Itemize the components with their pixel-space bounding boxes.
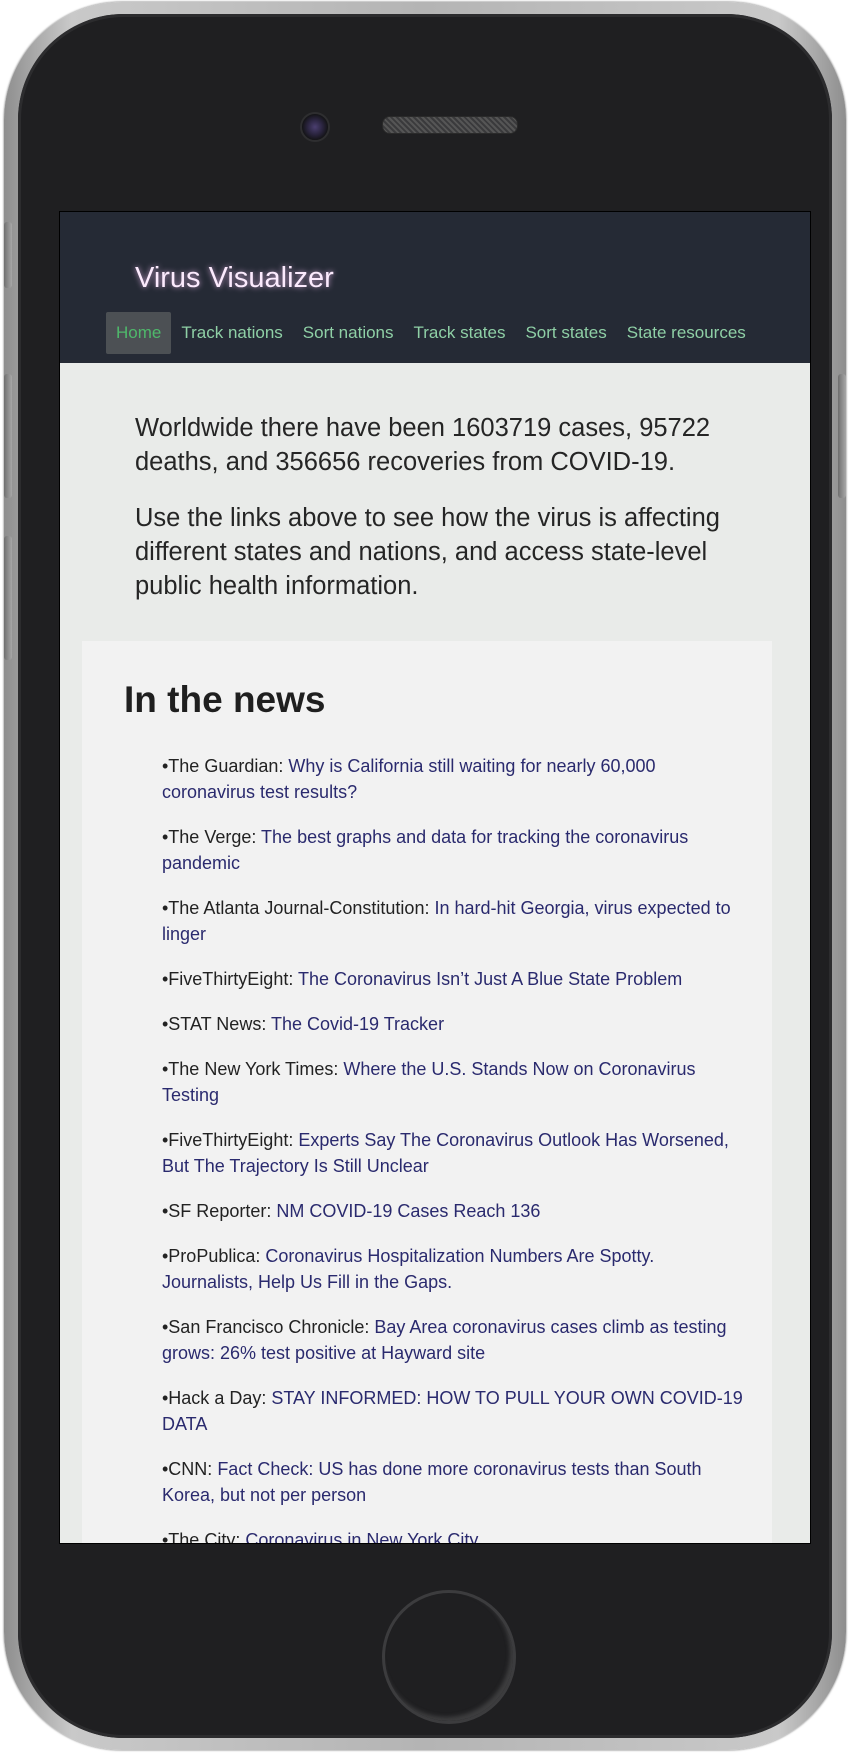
news-item: •The Verge: The best graphs and data for…: [162, 824, 747, 876]
nav-track-nations[interactable]: Track nations: [171, 312, 292, 354]
news-source: •The New York Times:: [162, 1059, 344, 1079]
worldwide-summary: Worldwide there have been 1603719 cases,…: [135, 414, 711, 476]
earpiece-speaker: [382, 116, 518, 134]
news-source: •SF Reporter:: [162, 1201, 277, 1221]
mute-switch: [4, 222, 12, 288]
news-item: •The Guardian: Why is California still w…: [162, 753, 747, 805]
news-item: •The New York Times: Where the U.S. Stan…: [162, 1056, 747, 1108]
news-item: •The Atlanta Journal-Constitution: In ha…: [162, 895, 747, 947]
news-source: •FiveThirtyEight:: [162, 1130, 299, 1150]
intro-instructions: Use the links above to see how the virus…: [135, 504, 720, 600]
news-source: •San Francisco Chronicle:: [162, 1317, 375, 1337]
power-button: [838, 374, 846, 498]
news-headline-link[interactable]: NM COVID-19 Cases Reach 136: [276, 1201, 540, 1221]
news-heading: In the news: [124, 679, 326, 720]
intro-section: Worldwide there have been 1603719 cases,…: [60, 363, 810, 603]
phone-frame: Virus Visualizer Home Track nations Sort…: [4, 2, 846, 1750]
home-button: [382, 1590, 516, 1724]
news-source: •The City:: [162, 1530, 246, 1544]
news-headline-link[interactable]: Coronavirus in New York City: [245, 1530, 478, 1543]
volume-down-button: [4, 536, 12, 660]
news-headline-link[interactable]: The Covid-19 Tracker: [271, 1014, 444, 1034]
news-item: •Hack a Day: STAY INFORMED: HOW TO PULL …: [162, 1385, 747, 1437]
news-source: •CNN:: [162, 1459, 218, 1479]
nav-home[interactable]: Home: [106, 312, 172, 354]
volume-up-button: [4, 374, 12, 498]
news-item: •ProPublica: Coronavirus Hospitalization…: [162, 1243, 747, 1295]
phone-screen: Virus Visualizer Home Track nations Sort…: [59, 211, 811, 1544]
nav-track-states[interactable]: Track states: [404, 312, 516, 354]
news-headline-link[interactable]: The Coronavirus Isn’t Just A Blue State …: [298, 969, 682, 989]
site-title[interactable]: Virus Visualizer: [135, 262, 334, 295]
news-item: •FiveThirtyEight: Experts Say The Corona…: [162, 1127, 747, 1179]
front-camera-icon: [300, 112, 330, 142]
news-item: •San Francisco Chronicle: Bay Area coron…: [162, 1314, 747, 1366]
news-source: •Hack a Day:: [162, 1388, 272, 1408]
news-item: •STAT News: The Covid-19 Tracker: [162, 1011, 747, 1037]
news-item: •CNN: Fact Check: US has done more coron…: [162, 1456, 747, 1508]
nav-sort-states[interactable]: Sort states: [515, 312, 616, 354]
main-nav: Home Track nations Sort nations Track st…: [106, 312, 756, 354]
news-section: In the news •The Guardian: Why is Califo…: [82, 641, 772, 1544]
news-source: •The Atlanta Journal-Constitution:: [162, 898, 435, 918]
news-item: •SF Reporter: NM COVID-19 Cases Reach 13…: [162, 1198, 747, 1224]
nav-sort-nations[interactable]: Sort nations: [293, 312, 404, 354]
news-source: •STAT News:: [162, 1014, 271, 1034]
news-list: •The Guardian: Why is California still w…: [162, 753, 747, 1544]
news-source: •FiveThirtyEight:: [162, 969, 299, 989]
nav-state-resources[interactable]: State resources: [617, 312, 756, 354]
news-source: •The Verge:: [162, 827, 262, 847]
news-source: •ProPublica:: [162, 1246, 266, 1266]
site-header: Virus Visualizer Home Track nations Sort…: [60, 212, 810, 363]
news-headline-link[interactable]: Fact Check: US has done more coronavirus…: [162, 1459, 702, 1505]
news-item: •The City: Coronavirus in New York City: [162, 1527, 747, 1544]
news-item: •FiveThirtyEight: The Coronavirus Isn’t …: [162, 966, 747, 992]
news-source: •The Guardian:: [162, 756, 289, 776]
